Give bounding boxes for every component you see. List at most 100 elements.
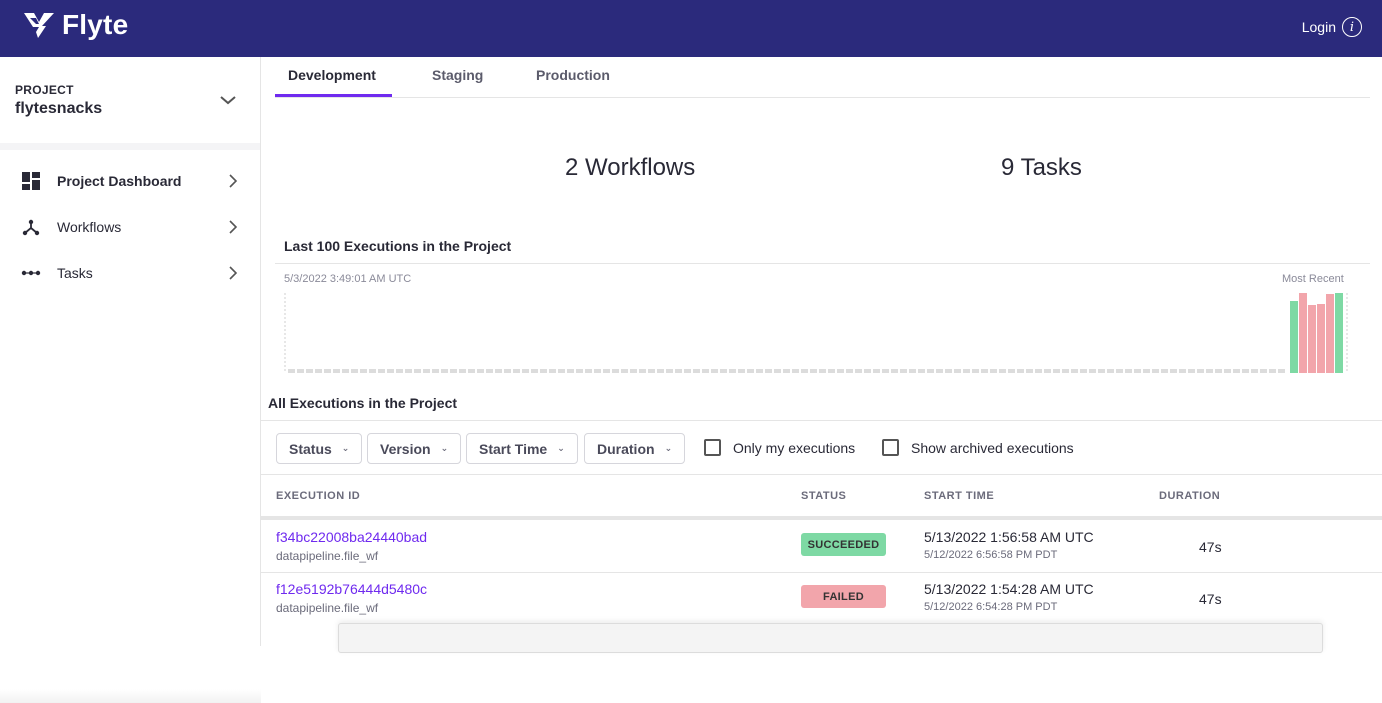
chart-empty-slot — [1278, 369, 1285, 373]
sidebar-item-workflows[interactable]: Workflows — [0, 207, 260, 247]
chart-empty-slot — [684, 369, 691, 373]
show-archived-checkbox[interactable]: Show archived executions — [882, 439, 1074, 456]
status-badge: FAILED — [801, 585, 886, 608]
start-time-filter[interactable]: Start Time ⌄ — [466, 433, 578, 464]
bottom-overlay-panel — [338, 623, 1323, 653]
chart-empty-slot — [801, 369, 808, 373]
chart-empty-slot — [351, 369, 358, 373]
chevron-right-icon — [229, 220, 238, 234]
tasks-count[interactable]: 9 Tasks — [1001, 154, 1082, 182]
filter-label: Version — [380, 440, 431, 457]
table-row[interactable]: f34bc22008ba24440bad datapipeline.file_w… — [261, 520, 1382, 572]
flyte-logo[interactable]: Flyte — [22, 9, 128, 41]
chart-empty-slot — [477, 369, 484, 373]
chart-empty-slot — [1053, 369, 1060, 373]
chart-empty-slot — [720, 369, 727, 373]
workflow-name: datapipeline.file_wf — [276, 549, 379, 563]
version-filter[interactable]: Version ⌄ — [367, 433, 462, 464]
chart-empty-slot — [810, 369, 817, 373]
chart-empty-slot — [504, 369, 511, 373]
chart-empty-slot — [864, 369, 871, 373]
chart-empty-slot — [990, 369, 997, 373]
sidebar-item-project-dashboard[interactable]: Project Dashboard — [0, 161, 260, 201]
tab-development[interactable]: Development — [288, 67, 376, 83]
chart-bar-succeeded[interactable] — [1290, 301, 1298, 373]
chart-empty-slot — [1143, 369, 1150, 373]
chart-empty-slot — [612, 369, 619, 373]
chart-empty-slot — [423, 369, 430, 373]
task-icon — [21, 263, 41, 283]
chart-empty-slot — [828, 369, 835, 373]
chart-empty-slot — [1080, 369, 1087, 373]
chart-empty-slot — [747, 369, 754, 373]
filter-label: Status — [289, 440, 332, 457]
column-header-duration[interactable]: DURATION — [1159, 490, 1220, 502]
status-filter[interactable]: Status ⌄ — [276, 433, 363, 464]
status-badge: SUCCEEDED — [801, 533, 886, 556]
chart-bar-failed[interactable] — [1308, 305, 1316, 373]
chart-empty-slot — [972, 369, 979, 373]
column-header-execution-id[interactable]: EXECUTION ID — [276, 490, 360, 502]
chart-empty-slot — [936, 369, 943, 373]
execution-id-link[interactable]: f34bc22008ba24440bad — [276, 529, 427, 545]
chart-bar-succeeded[interactable] — [1335, 293, 1343, 373]
chevron-right-icon — [229, 174, 238, 188]
chart-empty-slot — [468, 369, 475, 373]
chart-empty-slot — [486, 369, 493, 373]
chart-empty-slot — [531, 369, 538, 373]
chart-bar-failed[interactable] — [1299, 293, 1307, 373]
execution-id-link[interactable]: f12e5192b76444d5480c — [276, 581, 427, 597]
chart-bar-failed[interactable] — [1317, 304, 1325, 373]
checkbox-icon[interactable] — [704, 439, 721, 456]
column-header-start-time[interactable]: START TIME — [924, 490, 994, 502]
chart-empty-slot — [909, 369, 916, 373]
filter-label: Start Time — [479, 440, 548, 457]
filter-bar: Status ⌄ Version ⌄ Start Time ⌄ Duration ⌄ O… — [261, 420, 1382, 475]
chart-empty-slot — [999, 369, 1006, 373]
tab-production[interactable]: Production — [536, 67, 610, 83]
chevron-down-icon[interactable] — [219, 94, 237, 106]
chart-empty-slot — [1161, 369, 1168, 373]
active-tab-indicator — [275, 94, 392, 97]
project-label: PROJECT — [15, 83, 74, 97]
chart-empty-slot — [891, 369, 898, 373]
chart-empty-slot — [450, 369, 457, 373]
only-my-executions-checkbox[interactable]: Only my executions — [704, 439, 855, 456]
workflow-name: datapipeline.file_wf — [276, 601, 379, 615]
chart-empty-slot — [945, 369, 952, 373]
chart-empty-slot — [1125, 369, 1132, 373]
column-header-status[interactable]: STATUS — [801, 490, 846, 502]
chart-empty-slot — [396, 369, 403, 373]
chart-empty-slot — [513, 369, 520, 373]
chart-empty-slot — [792, 369, 799, 373]
table-row[interactable]: f12e5192b76444d5480c datapipeline.file_w… — [261, 572, 1382, 624]
chart-empty-slot — [1170, 369, 1177, 373]
chart-empty-slot — [675, 369, 682, 373]
chart-empty-slot — [639, 369, 646, 373]
chart-empty-slot — [1224, 369, 1231, 373]
checkbox-icon[interactable] — [882, 439, 899, 456]
dashboard-icon — [21, 171, 41, 191]
executions-bar-chart — [284, 293, 1348, 373]
chart-empty-slot — [918, 369, 925, 373]
chart-empty-slot — [819, 369, 826, 373]
project-selector[interactable]: PROJECT flytesnacks — [15, 83, 102, 118]
sidebar-item-tasks[interactable]: Tasks — [0, 253, 260, 293]
login-button[interactable]: Login i — [1302, 17, 1362, 37]
executions-section-title: All Executions in the Project — [268, 395, 458, 411]
chart-empty-slot — [1026, 369, 1033, 373]
duration-value: 47s — [1199, 539, 1222, 555]
start-time-utc: 5/13/2022 1:56:58 AM UTC — [924, 529, 1094, 545]
chart-empty-slot — [1098, 369, 1105, 373]
info-icon[interactable]: i — [1342, 17, 1362, 37]
tab-staging[interactable]: Staging — [432, 67, 483, 83]
workflows-count[interactable]: 2 Workflows — [565, 154, 695, 182]
chart-empty-slot — [729, 369, 736, 373]
chart-bar-failed[interactable] — [1326, 294, 1334, 373]
duration-filter[interactable]: Duration ⌄ — [584, 433, 686, 464]
chart-empty-slot — [1260, 369, 1267, 373]
chart-empty-slot — [1071, 369, 1078, 373]
chart-empty-slot — [873, 369, 880, 373]
chevron-down-icon: ⌄ — [341, 443, 350, 453]
chart-empty-slot — [594, 369, 601, 373]
